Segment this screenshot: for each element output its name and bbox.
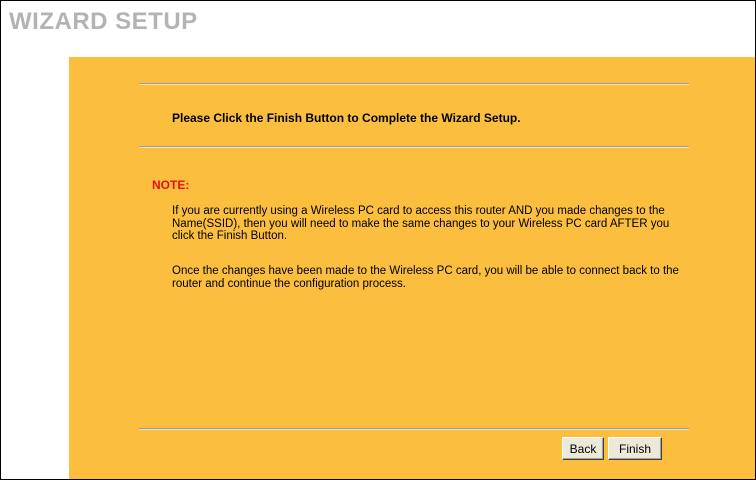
- wizard-window: WIZARD SETUP Please Click the Finish But…: [0, 0, 756, 480]
- wizard-heading: Please Click the Finish Button to Comple…: [172, 111, 521, 125]
- note-label: NOTE:: [152, 178, 190, 192]
- page-title: WIZARD SETUP: [9, 8, 198, 35]
- back-button[interactable]: Back: [562, 437, 604, 460]
- note-paragraph-1: If you are currently using a Wireless PC…: [172, 205, 670, 242]
- divider-middle: [139, 146, 689, 148]
- divider-top: [139, 83, 689, 85]
- note-paragraph-2: Once the changes have been made to the W…: [172, 265, 679, 290]
- finish-button[interactable]: Finish: [608, 437, 662, 460]
- wizard-panel: Please Click the Finish Button to Comple…: [69, 57, 755, 479]
- divider-bottom: [139, 428, 689, 430]
